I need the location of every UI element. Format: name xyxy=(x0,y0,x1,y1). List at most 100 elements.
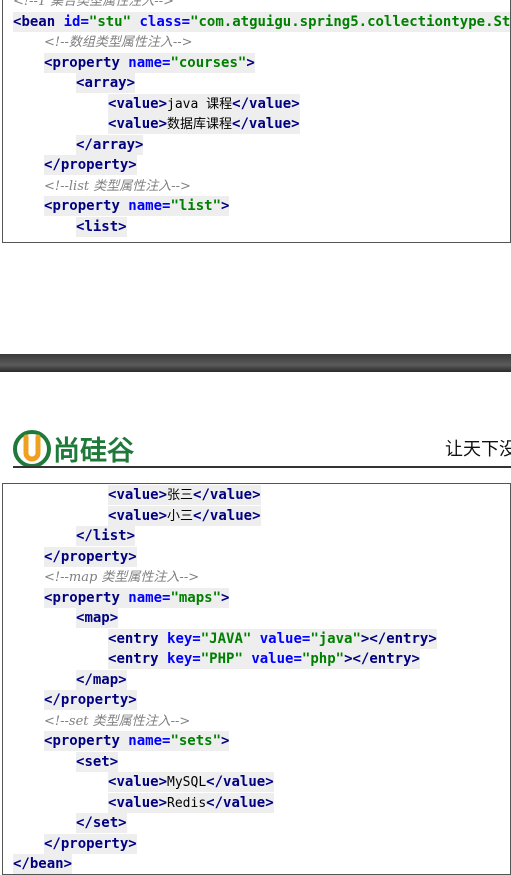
code-token: > xyxy=(118,815,127,831)
code-line: <value>数据库课程</value> xyxy=(108,114,300,134)
code-token: </ xyxy=(76,137,93,153)
code-line: </property> xyxy=(44,547,137,567)
code-token: value xyxy=(116,487,159,503)
code-token: > xyxy=(135,137,144,153)
code-token: > xyxy=(221,733,230,749)
code-token: id= xyxy=(63,14,89,30)
code-token: > xyxy=(428,631,437,647)
code-comment-line: <!--set 类型属性注入--> xyxy=(44,711,190,731)
code-line: <property name="sets"> xyxy=(44,731,230,751)
code-token: value xyxy=(116,96,159,112)
code-token: entry xyxy=(386,631,429,647)
code-token: Redis xyxy=(167,796,207,811)
code-token: array xyxy=(84,75,127,91)
code-token: value xyxy=(116,508,159,524)
code-token: > xyxy=(158,96,168,112)
code-token: > xyxy=(291,116,300,132)
code-token: value xyxy=(248,116,292,132)
code-token: > xyxy=(118,219,127,235)
code-token: > xyxy=(128,549,137,565)
code-comment-line: <!--map 类型属性注入--> xyxy=(44,567,199,587)
code-token: 小三 xyxy=(167,509,194,524)
code-line: <property name="courses"> xyxy=(44,53,255,73)
code-token: "java" xyxy=(310,631,361,647)
code-token: > xyxy=(158,774,168,790)
code-token: > xyxy=(158,116,168,132)
code-token: "maps" xyxy=(170,590,222,606)
code-token: </ xyxy=(76,815,93,831)
code-token: bean xyxy=(29,856,64,872)
code-block-top: <!--1 集合类型属性注入--> <bean id="stu" class="c… xyxy=(2,0,511,243)
code-token: </ xyxy=(232,116,249,132)
code-token: value= xyxy=(251,631,311,647)
code-token: > xyxy=(265,795,274,811)
code-token: > xyxy=(128,692,137,708)
code-token: > xyxy=(158,795,168,811)
code-line: </map> xyxy=(76,670,127,690)
code-token: > xyxy=(126,528,136,544)
code-token: <!--map 类型属性注入--> xyxy=(44,570,200,585)
code-line: <set> xyxy=(76,752,119,772)
code-token: > xyxy=(109,754,119,770)
code-token: set xyxy=(92,815,119,831)
code-line: <value>小三</value> xyxy=(108,506,261,526)
code-token: bean xyxy=(21,14,64,30)
code-token: "php" xyxy=(301,651,345,667)
code-token: <!--list 类型属性注入--> xyxy=(44,179,191,194)
code-token: > xyxy=(63,856,73,872)
code-token: > xyxy=(411,651,420,667)
code-token: entry xyxy=(116,631,168,647)
code-line: </bean> xyxy=(13,854,73,874)
code-token: property xyxy=(60,549,129,565)
code-token: > xyxy=(118,672,127,688)
code-line: <list> xyxy=(76,217,127,237)
logo-text: 尚硅谷 xyxy=(53,436,135,467)
code-token: </ xyxy=(76,528,93,544)
code-token: > xyxy=(221,590,230,606)
code-comment-line: <!--数组类型属性注入--> xyxy=(44,32,193,52)
code-token: </ xyxy=(232,96,250,112)
code-token: property xyxy=(60,692,129,708)
code-line: </list> xyxy=(76,526,136,546)
code-token: map xyxy=(84,610,110,626)
code-token: value xyxy=(116,774,159,790)
code-token: entry xyxy=(116,651,168,667)
code-token: name= xyxy=(128,55,171,71)
code-token: value xyxy=(209,508,253,524)
code-token: "stu" xyxy=(88,14,132,30)
code-token: value xyxy=(116,116,159,132)
code-token: <!--1 集合类型属性注入--> xyxy=(13,0,174,9)
code-token: MySQL xyxy=(167,775,207,790)
code-token: property xyxy=(52,55,129,71)
code-line: <property name="list"> xyxy=(44,196,230,216)
header-slogan: 让天下没 xyxy=(445,439,511,460)
code-token: 数据库课程 xyxy=(167,117,233,132)
header-rule xyxy=(13,466,511,468)
code-token: ></ xyxy=(360,631,387,647)
code-token: value xyxy=(116,795,159,811)
code-token: </ xyxy=(206,795,224,811)
code-token: </ xyxy=(44,692,61,708)
code-token: map xyxy=(92,672,119,688)
code-token: > xyxy=(128,157,137,173)
code-token: > xyxy=(109,610,119,626)
code-token: property xyxy=(52,198,129,214)
code-token: > xyxy=(158,487,168,503)
code-token: > xyxy=(265,774,274,790)
code-token: > xyxy=(126,75,136,91)
code-line: <array> xyxy=(76,73,136,93)
code-token: key= xyxy=(167,651,201,667)
code-token: </ xyxy=(206,774,224,790)
code-token: entry xyxy=(369,651,412,667)
code-token: name= xyxy=(128,198,171,214)
code-token: name= xyxy=(128,590,171,606)
code-token: name= xyxy=(128,733,171,749)
code-token: class= xyxy=(131,14,191,30)
code-token: "courses" xyxy=(170,55,247,71)
code-token: > xyxy=(128,836,137,852)
code-line: <property name="maps"> xyxy=(44,588,230,608)
code-token: </ xyxy=(193,487,210,503)
code-token: key= xyxy=(167,631,201,647)
code-line: </property> xyxy=(44,834,137,854)
code-token: </ xyxy=(76,672,93,688)
